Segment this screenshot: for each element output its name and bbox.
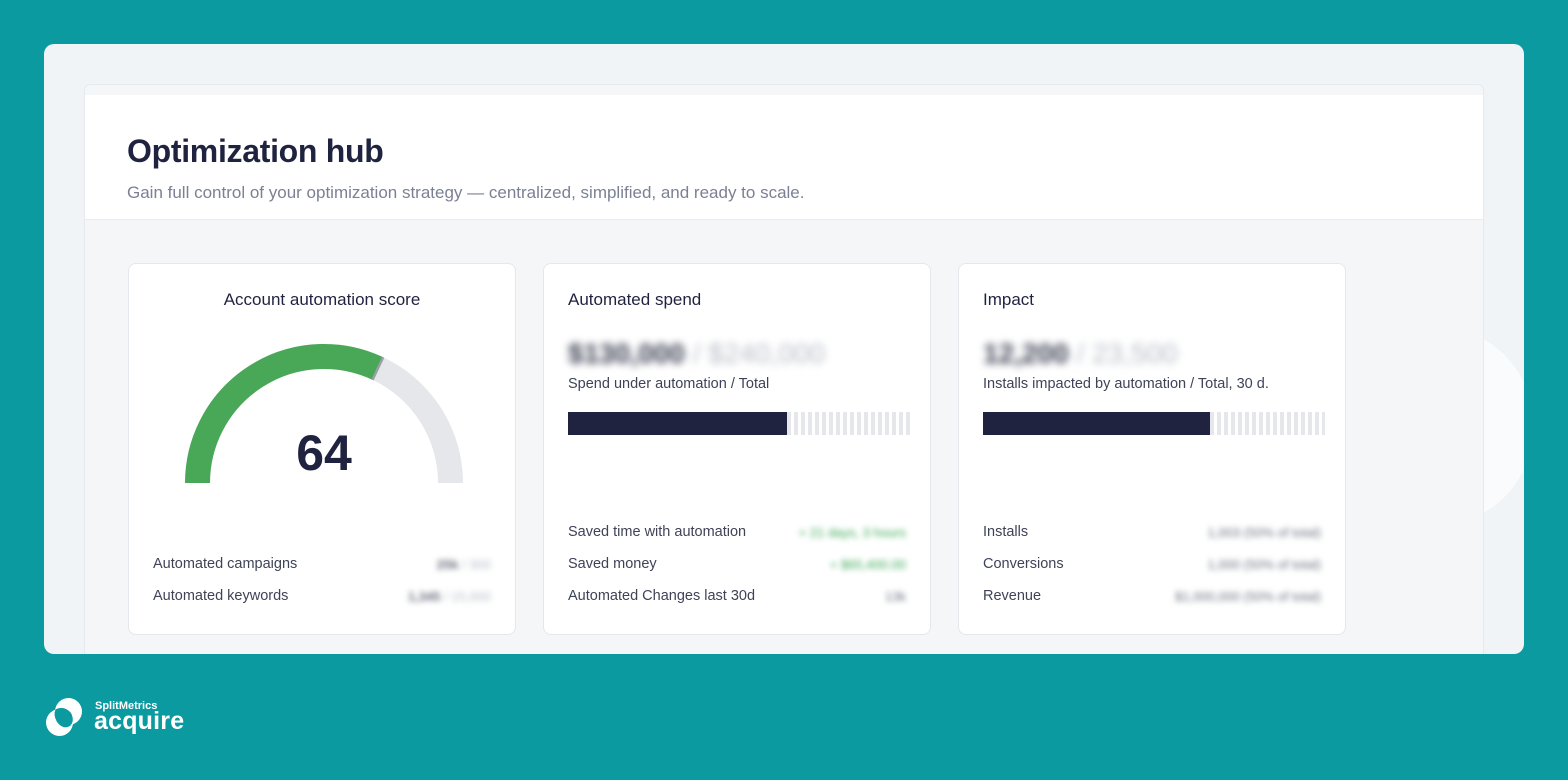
stat-row-saved-time: Saved time with automation + 21 days, 3 … bbox=[568, 516, 906, 548]
page-title: Optimization hub bbox=[127, 133, 384, 169]
impact-progress-fill bbox=[983, 412, 1211, 435]
impact-card[interactable]: Impact 12,200 / 23,500 Installs impacted… bbox=[958, 263, 1346, 635]
impact-progress-remaining bbox=[1210, 412, 1325, 435]
stat-label: Saved time with automation bbox=[568, 524, 747, 540]
stat-label: Automated Changes last 30d bbox=[568, 588, 756, 604]
stat-row-conversions: Conversions 1,000 (50% of total) bbox=[983, 548, 1321, 580]
logo-product-name: acquire bbox=[94, 707, 185, 735]
impact-amount: 12,200 / 23,500 bbox=[983, 338, 1178, 369]
stat-row-saved-money: Saved money + $65,400.00 bbox=[568, 548, 906, 580]
automation-score-gauge: 64 bbox=[185, 342, 463, 487]
impact-stats-list: Installs 1,003 (50% of total) Conversion… bbox=[983, 516, 1321, 612]
spend-stats-list: Saved time with automation + 21 days, 3 … bbox=[568, 516, 906, 612]
spend-amount: $130,000 / $240,000 bbox=[568, 338, 825, 369]
stat-label: Saved money bbox=[568, 556, 657, 572]
card-title: Account automation score bbox=[223, 290, 421, 309]
stat-row-automated-changes: Automated Changes last 30d 13k bbox=[568, 580, 906, 612]
optimization-hub-panel: Optimization hub Gain full control of yo… bbox=[84, 84, 1484, 654]
stat-label: Installs bbox=[983, 524, 1029, 540]
automation-stats-list: Automated campaigns 25k / 300 Automated … bbox=[153, 548, 491, 612]
spend-progress-fill bbox=[568, 412, 787, 435]
spend-progress-remaining bbox=[786, 412, 910, 435]
stat-value: 1,000 (50% of total) bbox=[1207, 556, 1321, 572]
stat-label: Automated keywords bbox=[153, 588, 289, 604]
stat-value: + $65,400.00 bbox=[829, 556, 906, 572]
splitmetrics-acquire-logo: SplitMetrics acquire bbox=[44, 697, 204, 739]
stat-value: + 21 days, 3 hours bbox=[798, 524, 906, 540]
stat-label: Automated campaigns bbox=[153, 556, 298, 572]
stat-row-installs: Installs 1,003 (50% of total) bbox=[983, 516, 1321, 548]
stat-value: $1,000,000 (50% of total) bbox=[1175, 588, 1321, 604]
app-window: Optimization hub Gain full control of yo… bbox=[44, 44, 1524, 654]
spend-progress-bar bbox=[568, 412, 910, 435]
stat-label: Revenue bbox=[983, 588, 1042, 604]
automated-spend-card[interactable]: Automated spend $130,000 / $240,000 Spen… bbox=[543, 263, 931, 635]
impact-caption: Installs impacted by automation / Total,… bbox=[983, 376, 1269, 392]
impact-progress-bar bbox=[983, 412, 1325, 435]
page-header: Optimization hub Gain full control of yo… bbox=[85, 95, 1483, 220]
stat-label: Conversions bbox=[983, 556, 1064, 572]
card-title: Impact bbox=[983, 290, 1035, 309]
automation-score-value: 64 bbox=[296, 425, 352, 481]
stat-value: 25k / 300 bbox=[436, 556, 491, 572]
stat-row-revenue: Revenue $1,000,000 (50% of total) bbox=[983, 580, 1321, 612]
card-title: Automated spend bbox=[568, 290, 702, 309]
splitmetrics-logo-icon bbox=[46, 698, 82, 736]
automation-score-card[interactable]: Account automation score 64 Automated ca… bbox=[128, 263, 516, 635]
stat-value: 1,345 / 15,000 bbox=[407, 588, 491, 604]
stat-row-automated-keywords: Automated keywords 1,345 / 15,000 bbox=[153, 580, 491, 612]
stat-value: 1,003 (50% of total) bbox=[1207, 524, 1321, 540]
stat-value: 13k bbox=[885, 588, 906, 604]
page-subtitle: Gain full control of your optimization s… bbox=[127, 183, 805, 202]
spend-caption: Spend under automation / Total bbox=[568, 376, 770, 392]
stat-row-automated-campaigns: Automated campaigns 25k / 300 bbox=[153, 548, 491, 580]
